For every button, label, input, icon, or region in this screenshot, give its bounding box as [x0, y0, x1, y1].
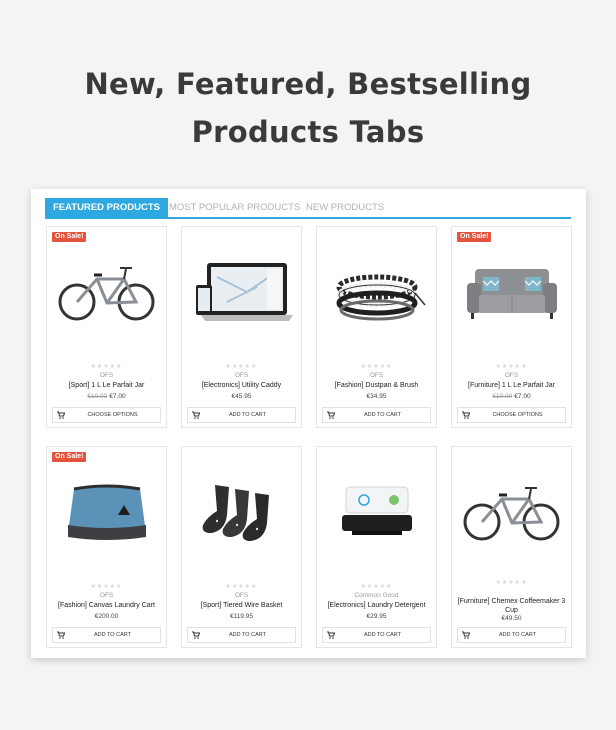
- add-to-cart-button[interactable]: ADD TO CART: [322, 407, 431, 423]
- product-card[interactable]: On Sale! ★★★★★ OFS [Fashion] Canvas Laun…: [46, 446, 167, 648]
- on-sale-badge: On Sale!: [457, 232, 492, 242]
- product-brand: OFS: [99, 592, 114, 599]
- product-card[interactable]: ★★★★★ OFS [Fashion] Dustpan & Brush €34.…: [316, 226, 437, 428]
- current-price: €7.00: [514, 393, 531, 400]
- product-title[interactable]: [Electronics] Laundry Detergent: [321, 601, 432, 610]
- product-brand: OFS: [234, 592, 249, 599]
- current-price: €200.00: [94, 613, 119, 620]
- button-label: ADD TO CART: [94, 632, 131, 638]
- product-card[interactable]: ★★★★★ Common Good [Electronics] Laundry …: [316, 446, 437, 648]
- product-card[interactable]: ★★★★★ [Furniture] Chemex Coffeemaker 3 C…: [451, 446, 572, 648]
- hud-device-image: [342, 486, 412, 535]
- product-title[interactable]: [Furniture] 1 L Le Parfait Jar: [456, 381, 567, 390]
- product-price: €34.95: [317, 393, 436, 400]
- button-label: ADD TO CART: [229, 412, 266, 418]
- button-label: CHOOSE OPTIONS: [87, 412, 138, 418]
- current-price: €7.00: [109, 393, 126, 400]
- product-title[interactable]: [Sport] Tiered Wire Basket: [186, 601, 297, 610]
- add-to-cart-button[interactable]: ADD TO CART: [187, 627, 296, 643]
- product-card[interactable]: On Sale! ★★★★★ OFS [Furniture] 1 L Le Pa…: [451, 226, 572, 428]
- product-card[interactable]: On Sale! ★★★★★ OFS [Sport] 1 L Le Parfai…: [46, 226, 167, 428]
- cart-icon: [462, 631, 470, 639]
- cart-icon: [192, 411, 200, 419]
- product-card[interactable]: ★★★★★ OFS [Sport] Tiered Wire Basket €11…: [181, 446, 302, 648]
- rating-stars: ★★★★★: [225, 584, 258, 590]
- cart-icon: [327, 631, 335, 639]
- rating-stars: ★★★★★: [90, 364, 123, 370]
- bicycle-image: [463, 487, 560, 541]
- current-price: €34.95: [366, 393, 387, 400]
- socks-image: [202, 485, 269, 541]
- product-title[interactable]: [Furniture] Chemex Coffeemaker 3 Cup: [456, 597, 567, 615]
- button-label: ADD TO CART: [364, 632, 401, 638]
- cart-icon: [462, 411, 470, 419]
- add-to-cart-button[interactable]: ADD TO CART: [457, 627, 566, 643]
- choose-options-button[interactable]: CHOOSE OPTIONS: [52, 407, 161, 423]
- bracelets-image: [336, 274, 426, 321]
- headline-line-1: New, Featured, Bestselling: [84, 67, 532, 101]
- button-label: ADD TO CART: [364, 412, 401, 418]
- product-price: €29.95: [317, 613, 436, 620]
- rating-stars: ★★★★★: [360, 584, 393, 590]
- button-label: CHOOSE OPTIONS: [492, 412, 543, 418]
- product-price: €10.00 €7.00: [452, 393, 571, 400]
- product-title[interactable]: [Electronics] Utility Caddy: [186, 381, 297, 390]
- sofa-image: [467, 269, 557, 319]
- bicycle-image: [58, 267, 155, 321]
- tab-most-popular-products[interactable]: MOST POPULAR PRODUCTS: [169, 198, 300, 217]
- old-price: €10.00: [87, 393, 108, 400]
- product-price: €200.00: [47, 613, 166, 620]
- headline-line-2: Products Tabs: [191, 115, 425, 149]
- cart-icon: [327, 411, 335, 419]
- tab-bar: FEATURED PRODUCTS MOST POPULAR PRODUCTS …: [45, 198, 571, 219]
- product-price: €49.50: [452, 615, 571, 622]
- product-card[interactable]: ★★★★★ OFS [Electronics] Utility Caddy €4…: [181, 226, 302, 428]
- product-price: €10.00 €7.00: [47, 393, 166, 400]
- current-price: €29.95: [366, 613, 387, 620]
- old-price: €10.00: [492, 393, 513, 400]
- product-price: €45.95: [182, 393, 301, 400]
- current-price: €45.95: [231, 393, 252, 400]
- product-title[interactable]: [Fashion] Canvas Laundry Cart: [51, 601, 162, 610]
- product-brand: OFS: [369, 372, 384, 379]
- product-brand: OFS: [504, 372, 519, 379]
- button-label: ADD TO CART: [499, 632, 536, 638]
- add-to-cart-button[interactable]: ADD TO CART: [322, 627, 431, 643]
- button-label: ADD TO CART: [229, 632, 266, 638]
- product-title[interactable]: [Fashion] Dustpan & Brush: [321, 381, 432, 390]
- rating-stars: ★★★★★: [495, 580, 528, 586]
- rating-stars: ★★★★★: [360, 364, 393, 370]
- on-sale-badge: On Sale!: [52, 452, 87, 462]
- cart-icon: [57, 631, 65, 639]
- product-price: €119.95: [182, 613, 301, 620]
- toiletry-bag-image: [68, 484, 146, 540]
- product-brand: OFS: [99, 372, 114, 379]
- add-to-cart-button[interactable]: ADD TO CART: [187, 407, 296, 423]
- tab-featured-products[interactable]: FEATURED PRODUCTS: [45, 198, 168, 217]
- laptop-phone-image: [196, 263, 293, 321]
- headline: New, Featured, Bestselling Products Tabs: [0, 60, 616, 156]
- product-title[interactable]: [Sport] 1 L Le Parfait Jar: [51, 381, 162, 390]
- product-tabs-panel: FEATURED PRODUCTS MOST POPULAR PRODUCTS …: [31, 189, 586, 658]
- current-price: €119.95: [229, 613, 253, 620]
- product-brand: OFS: [234, 372, 249, 379]
- rating-stars: ★★★★★: [90, 584, 123, 590]
- cart-icon: [57, 411, 65, 419]
- tab-new-products[interactable]: NEW PRODUCTS: [306, 198, 384, 217]
- add-to-cart-button[interactable]: ADD TO CART: [52, 627, 161, 643]
- current-price: €49.50: [501, 615, 522, 622]
- choose-options-button[interactable]: CHOOSE OPTIONS: [457, 407, 566, 423]
- rating-stars: ★★★★★: [225, 364, 258, 370]
- rating-stars: ★★★★★: [495, 364, 528, 370]
- cart-icon: [192, 631, 200, 639]
- product-brand: Common Good: [354, 592, 399, 599]
- on-sale-badge: On Sale!: [52, 232, 87, 242]
